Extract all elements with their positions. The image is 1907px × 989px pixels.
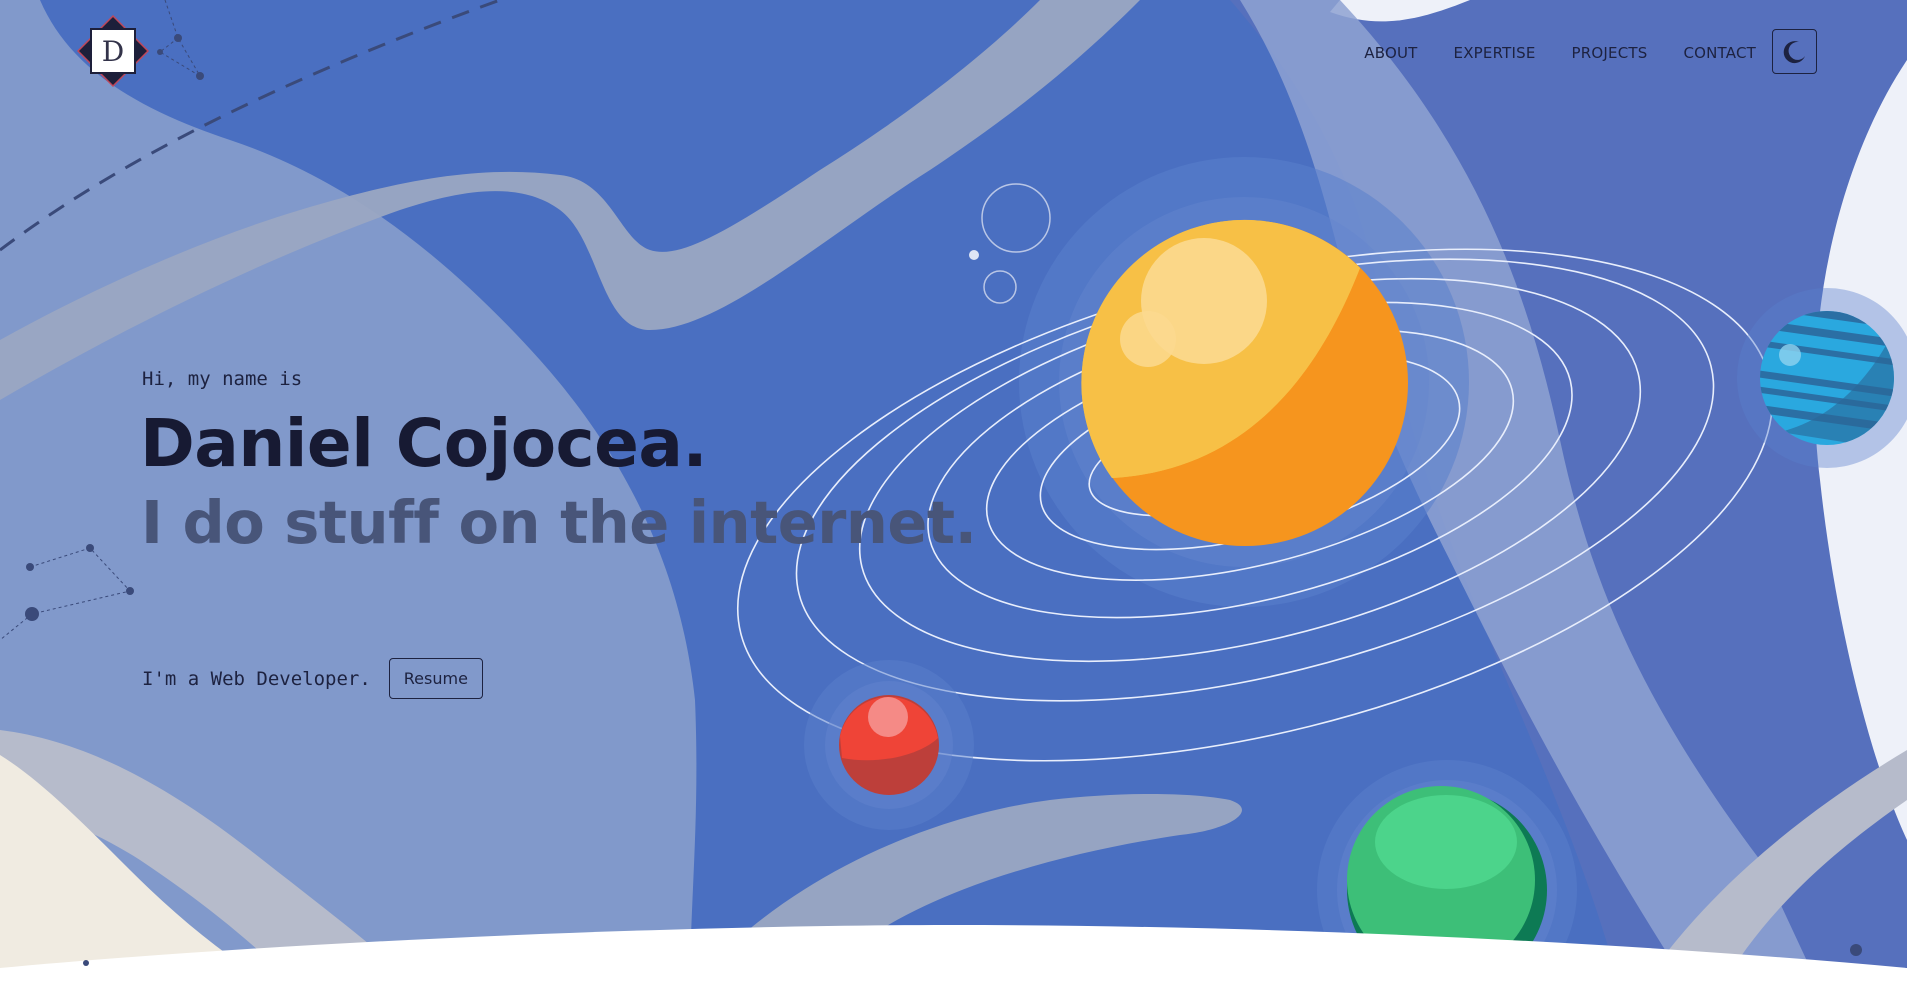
nav-expertise[interactable]: EXPERTISE — [1454, 44, 1536, 62]
site-logo[interactable]: D — [76, 14, 150, 88]
sun-planet — [1081, 219, 1408, 546]
resume-button[interactable]: Resume — [388, 658, 483, 699]
moon-icon — [1783, 40, 1805, 63]
greeting-text: Hi, my name is — [142, 368, 303, 390]
nav-projects[interactable]: PROJECTS — [1572, 44, 1648, 62]
red-planet — [839, 695, 939, 795]
role-text: I'm a Web Developer. — [142, 667, 371, 690]
nav-contact[interactable]: CONTACT — [1683, 44, 1756, 62]
logo-letter: D — [90, 28, 136, 74]
role-row: I'm a Web Developer. Resume — [142, 658, 483, 699]
hero-name: Daniel Cojocea. — [140, 405, 708, 482]
hero-scene: D ABOUT EXPERTISE PROJECTS CONTACT Hi, m… — [0, 0, 1907, 989]
theme-toggle-button[interactable] — [1772, 29, 1817, 74]
nav-about[interactable]: ABOUT — [1364, 44, 1417, 62]
hero-tagline: I do stuff on the internet. — [141, 487, 977, 557]
main-nav: ABOUT EXPERTISE PROJECTS CONTACT — [1328, 44, 1756, 62]
hero-intro: Hi, my name is Daniel Cojocea. I do stuf… — [140, 368, 977, 557]
